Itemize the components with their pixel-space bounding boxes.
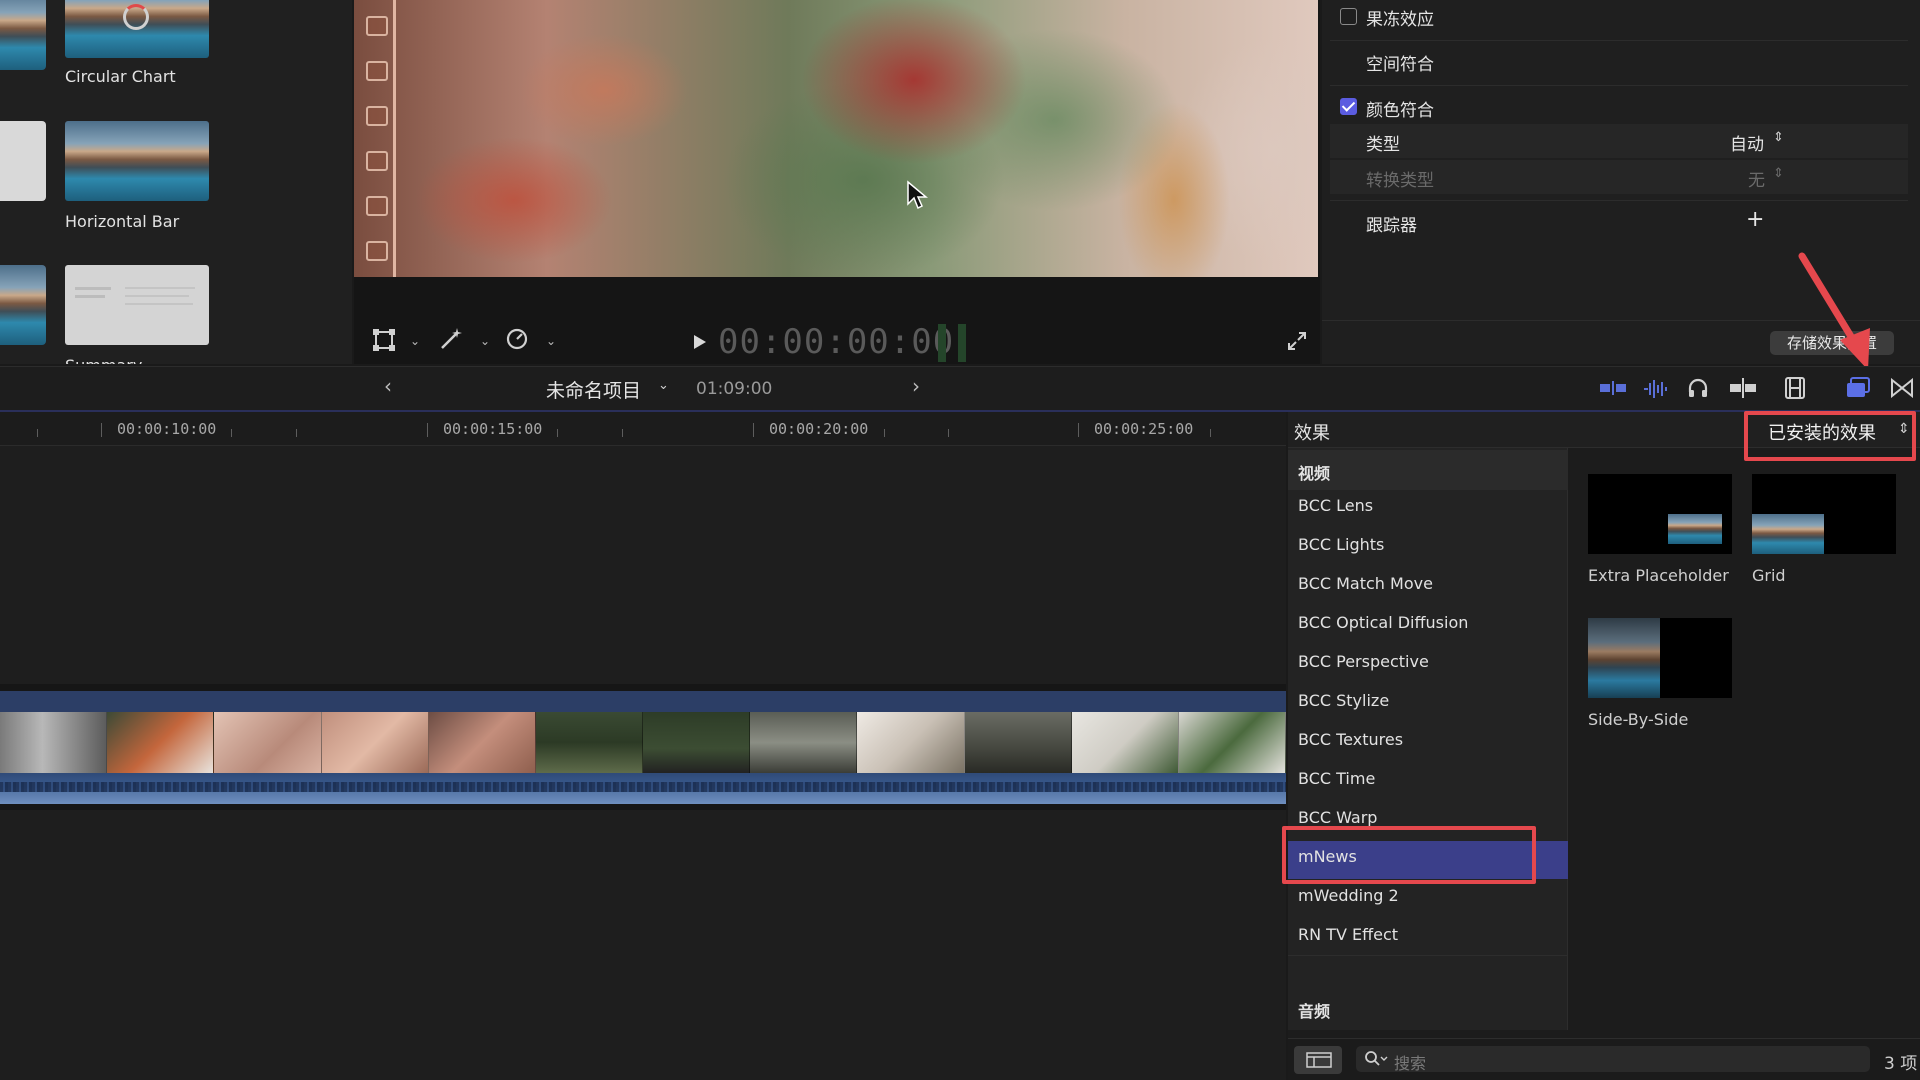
tracker-row: 跟踪器 + xyxy=(1330,203,1908,243)
clip-thumbnail[interactable] xyxy=(0,121,46,201)
ruler-label: 00:00:10:00 xyxy=(117,420,217,438)
horizontal-bar-label: Horizontal Bar xyxy=(65,212,180,231)
category-item[interactable]: BCC Optical Diffusion xyxy=(1298,613,1468,632)
audio-meter xyxy=(938,324,946,362)
annotation-box xyxy=(1282,826,1536,884)
ruler-label: 00:00:25:00 xyxy=(1094,420,1194,438)
film-sprocket xyxy=(366,106,388,126)
type-popup[interactable]: 自动 xyxy=(1730,130,1764,155)
category-item[interactable]: BCC Stylize xyxy=(1298,691,1389,710)
category-item[interactable]: mWedding 2 xyxy=(1298,886,1399,905)
spatial-conform-row[interactable]: 空间符合 xyxy=(1330,42,1908,82)
speedometer-icon[interactable] xyxy=(505,327,529,356)
ruler-label: 00:00:15:00 xyxy=(443,420,543,438)
freeze-frame-checkbox[interactable] xyxy=(1340,8,1357,25)
clip-appearance-icon[interactable] xyxy=(1598,378,1628,403)
transitions-icon[interactable] xyxy=(1890,377,1914,403)
timecode-display[interactable]: 00:00:00:00 xyxy=(718,322,954,362)
type-label: 类型 xyxy=(1366,135,1400,155)
color-conform-row: 颜色符合 xyxy=(1330,88,1908,128)
color-conform-checkbox[interactable] xyxy=(1340,98,1357,115)
clip-thumbnail[interactable] xyxy=(0,265,46,345)
audio-wave-shape xyxy=(0,782,1286,792)
summary-thumbnail[interactable] xyxy=(65,265,209,345)
add-tracker-button[interactable]: + xyxy=(1746,207,1764,232)
chevron-down-icon[interactable]: ⌄ xyxy=(410,334,420,348)
project-name[interactable]: 未命名项目 xyxy=(546,376,641,403)
effects-browser-icon[interactable] xyxy=(1845,376,1871,405)
play-icon[interactable] xyxy=(692,332,708,356)
timeline-toolbar xyxy=(0,366,1920,412)
summary-label: Summary xyxy=(65,356,142,364)
circle-chart-icon xyxy=(123,4,149,30)
category-item[interactable]: RN TV Effect xyxy=(1298,925,1398,944)
category-item[interactable]: BCC Match Move xyxy=(1298,574,1433,593)
category-item[interactable]: BCC Lights xyxy=(1298,535,1384,554)
item-count: 3 项 xyxy=(1884,1054,1918,1074)
annotation-arrow xyxy=(1798,252,1870,370)
effect-label: Side-By-Side xyxy=(1588,710,1689,729)
search-placeholder: 搜索 xyxy=(1394,1054,1427,1073)
headphones-icon[interactable] xyxy=(1686,376,1710,405)
clip-thumbnail[interactable] xyxy=(0,0,46,70)
chevron-down-icon[interactable]: ⌄ xyxy=(658,378,669,393)
horizontal-bar-thumbnail[interactable] xyxy=(65,121,209,201)
video-frame[interactable] xyxy=(354,0,1318,277)
effect-label: Extra Placeholder xyxy=(1588,566,1729,585)
ruler-label: 00:00:20:00 xyxy=(769,420,869,438)
extra-placeholder-thumbnail[interactable] xyxy=(1588,474,1732,554)
media-browser: Circular Chart Horizontal Bar Summary xyxy=(0,0,352,364)
type-row: 类型 自动 ⇕ xyxy=(1330,124,1908,158)
transform-icon[interactable] xyxy=(372,328,396,357)
chevron-left-icon[interactable]: ‹ xyxy=(384,374,392,398)
circular-chart-label: Circular Chart xyxy=(65,67,176,86)
search-field[interactable] xyxy=(1356,1046,1870,1072)
freeze-frame-row: 果冻效应 xyxy=(1330,0,1908,40)
chevron-down-icon[interactable]: ⌄ xyxy=(546,334,556,348)
updown-chevron-icon: ⇕ xyxy=(1773,166,1784,181)
project-duration: 01:09:00 xyxy=(696,379,773,399)
sidebar-toggle-button[interactable] xyxy=(1294,1046,1342,1074)
effects-title: 效果 xyxy=(1294,423,1330,444)
audio-skimming-icon[interactable] xyxy=(1642,378,1670,405)
category-item[interactable]: BCC Lens xyxy=(1298,496,1373,515)
filmstrip-icon[interactable] xyxy=(1784,376,1806,405)
convert-type-row: 转换类型 无 ⇕ xyxy=(1330,160,1908,194)
convert-type-label: 转换类型 xyxy=(1366,171,1434,191)
clip-title-bar[interactable] xyxy=(0,691,1286,712)
annotation-box xyxy=(1744,411,1916,461)
clip-filmstrip[interactable] xyxy=(0,712,1287,773)
circular-chart-thumbnail[interactable] xyxy=(65,0,209,58)
category-item[interactable]: BCC Time xyxy=(1298,769,1375,788)
audio-meter xyxy=(958,324,966,362)
grid-thumbnail[interactable] xyxy=(1752,474,1896,554)
film-sprocket xyxy=(366,241,388,261)
category-item[interactable]: BCC Warp xyxy=(1298,808,1377,827)
category-video[interactable]: 视频 xyxy=(1298,460,1330,484)
chevron-right-icon[interactable]: › xyxy=(912,374,920,398)
category-item[interactable]: BCC Textures xyxy=(1298,730,1403,749)
film-sprocket xyxy=(366,196,388,216)
tracker-label: 跟踪器 xyxy=(1366,216,1417,236)
fullscreen-icon[interactable] xyxy=(1286,330,1308,357)
snapping-icon[interactable] xyxy=(1728,376,1758,405)
chevron-down-icon[interactable]: ⌄ xyxy=(480,334,490,348)
film-sprocket xyxy=(366,151,388,171)
film-sprocket xyxy=(366,16,388,36)
magic-wand-icon[interactable] xyxy=(438,326,464,357)
updown-chevron-icon: ⇕ xyxy=(1773,130,1784,145)
category-item[interactable]: BCC Perspective xyxy=(1298,652,1429,671)
effect-label: Grid xyxy=(1752,566,1786,585)
category-audio[interactable]: 音频 xyxy=(1298,998,1330,1022)
search-icon xyxy=(1364,1050,1388,1072)
film-sprocket xyxy=(366,61,388,81)
side-by-side-thumbnail[interactable] xyxy=(1588,618,1732,698)
mouse-cursor-icon xyxy=(907,180,928,210)
freeze-frame-label: 果冻效应 xyxy=(1366,10,1434,30)
convert-type-popup: 无 xyxy=(1748,171,1765,191)
spatial-conform-label: 空间符合 xyxy=(1366,55,1434,75)
color-conform-label: 颜色符合 xyxy=(1366,101,1434,121)
